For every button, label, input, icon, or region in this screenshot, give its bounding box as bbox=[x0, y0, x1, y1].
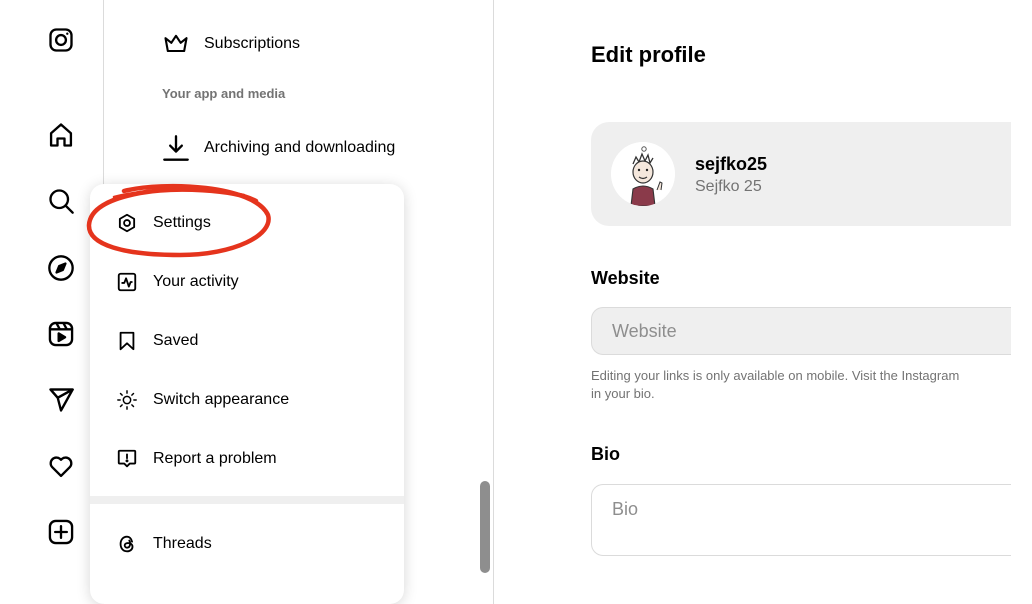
heart-icon[interactable] bbox=[45, 450, 77, 482]
settings-item-label: Subscriptions bbox=[204, 35, 301, 52]
nav-rail bbox=[0, 0, 104, 604]
profile-username: sejfko25 bbox=[695, 154, 768, 174]
settings-scrollbar[interactable] bbox=[480, 481, 490, 573]
menu-item-threads[interactable]: Threads bbox=[116, 522, 386, 566]
menu-item-switch-appearance[interactable]: Switch appearance bbox=[116, 378, 386, 422]
menu-item-label: Settings bbox=[153, 214, 211, 231]
activity-icon bbox=[117, 272, 137, 292]
compass-icon[interactable] bbox=[45, 252, 77, 284]
menu-item-label: Switch appearance bbox=[153, 391, 290, 408]
settings-section-heading: Your app and media bbox=[162, 86, 286, 101]
more-menu: Settings Your activity Saved Switch appe… bbox=[90, 184, 404, 604]
sun-icon bbox=[117, 390, 137, 410]
settings-item-archiving[interactable]: Archiving and downloading bbox=[162, 128, 395, 168]
download-icon bbox=[163, 135, 189, 161]
menu-item-your-activity[interactable]: Your activity bbox=[116, 260, 386, 304]
website-label: Website bbox=[591, 268, 660, 288]
gear-icon bbox=[118, 213, 136, 233]
page-title: Edit profile bbox=[591, 42, 706, 67]
menu-item-label: Your activity bbox=[153, 273, 239, 290]
settings-item-label: Archiving and downloading bbox=[204, 139, 396, 156]
profile-full-name: Sejfko 25 bbox=[695, 178, 762, 195]
instagram-logo-icon[interactable] bbox=[45, 24, 77, 56]
home-icon[interactable] bbox=[45, 119, 77, 151]
crown-icon bbox=[164, 34, 188, 53]
menu-item-settings[interactable]: Settings bbox=[116, 201, 386, 245]
menu-item-label: Saved bbox=[153, 332, 199, 349]
create-icon[interactable] bbox=[45, 516, 77, 548]
settings-item-subscriptions[interactable]: Subscriptions bbox=[162, 24, 300, 64]
threads-icon bbox=[119, 535, 134, 553]
bookmark-icon bbox=[119, 331, 135, 351]
reels-icon[interactable] bbox=[45, 318, 77, 350]
menu-divider bbox=[90, 496, 404, 504]
messages-icon[interactable] bbox=[45, 384, 77, 416]
menu-item-saved[interactable]: Saved bbox=[116, 319, 386, 363]
edit-profile-panel: Edit profile sejfko25 Sejfko 25 Website … bbox=[495, 0, 1032, 604]
website-input[interactable] bbox=[591, 307, 1011, 355]
search-icon[interactable] bbox=[45, 185, 77, 217]
report-icon bbox=[117, 449, 137, 468]
profile-card: sejfko25 Sejfko 25 bbox=[591, 122, 1011, 226]
bio-label: Bio bbox=[591, 444, 620, 464]
bio-input[interactable] bbox=[591, 484, 1011, 556]
menu-item-label: Report a problem bbox=[153, 450, 277, 467]
avatar[interactable] bbox=[611, 142, 675, 206]
menu-item-report-problem[interactable]: Report a problem bbox=[116, 437, 386, 481]
menu-item-label: Threads bbox=[153, 535, 212, 552]
website-hint: Editing your links is only available on … bbox=[591, 368, 960, 401]
